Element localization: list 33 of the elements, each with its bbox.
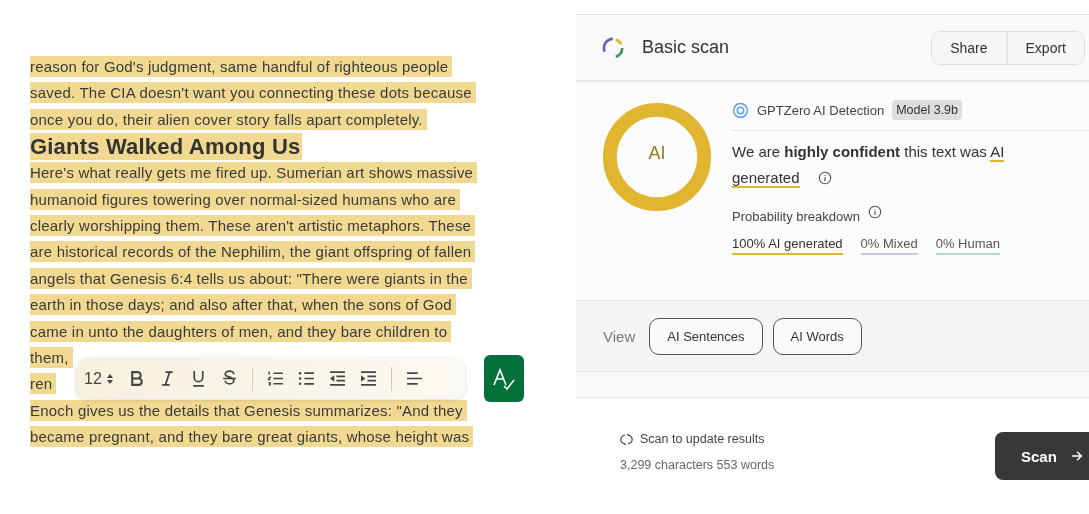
breakdown-title: Probability breakdown [732, 209, 860, 224]
ring-label: AI [647, 143, 667, 164]
breakdown-item: 100% AI generated [732, 236, 843, 255]
grammar-check-button[interactable] [484, 355, 524, 402]
outdent-icon[interactable] [328, 370, 346, 387]
section-heading: Giants Walked Among Us [30, 133, 303, 161]
strikethrough-icon[interactable] [220, 370, 238, 387]
spinner-logo-icon [602, 36, 624, 59]
verdict-text: We are highly confident this text was AI generated [732, 142, 1006, 190]
target-icon [732, 101, 749, 119]
info-icon[interactable] [867, 205, 882, 219]
view-label: View [603, 327, 636, 345]
detector-name: GPTZero AI Detection [757, 102, 885, 118]
refresh-icon [620, 432, 633, 446]
text-check-icon [492, 366, 516, 391]
stepper-icon [105, 372, 114, 385]
view-button[interactable]: AI Sentences [649, 317, 763, 355]
info-icon[interactable] [818, 171, 832, 185]
arrow-right-icon [1070, 449, 1083, 463]
scan-title: Basic scan [642, 37, 730, 58]
indent-icon[interactable] [359, 370, 377, 387]
align-left-icon[interactable] [405, 370, 423, 387]
scan-button[interactable]: Scan [995, 432, 1089, 480]
breakdown-item: 0% Mixed [860, 236, 918, 255]
numbered-list-icon[interactable] [266, 370, 284, 387]
model-badge: Model 3.9b [892, 100, 963, 120]
breakdown-item: 0% Human [935, 236, 1000, 255]
status-text: Scan to update results [640, 432, 765, 446]
view-button[interactable]: AI Words [772, 317, 862, 355]
font-size-select[interactable]: 12 [84, 369, 114, 388]
header-button[interactable]: Export [1005, 31, 1084, 64]
bullet-list-icon[interactable] [297, 370, 315, 387]
character-count: 3,299 characters 553 words [620, 458, 775, 472]
